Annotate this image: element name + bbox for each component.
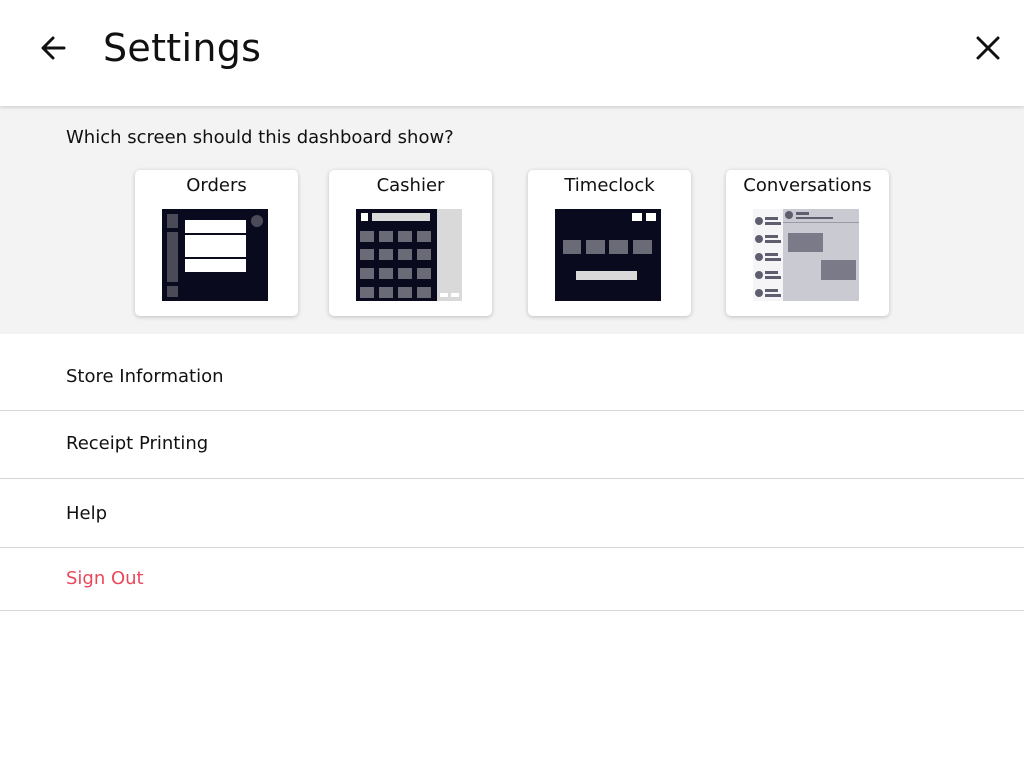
menu-item-sign-out[interactable]: Sign Out <box>0 548 1024 611</box>
card-label: Orders <box>186 175 247 196</box>
screen-card-timeclock[interactable]: Timeclock <box>528 170 691 316</box>
menu-item-label: Receipt Printing <box>66 433 209 454</box>
page-title: Settings <box>103 26 262 70</box>
card-label: Conversations <box>743 175 872 196</box>
orders-thumbnail <box>162 209 268 301</box>
dashboard-screen-picker: Which screen should this dashboard show?… <box>0 106 1024 334</box>
menu-item-label: Help <box>66 503 108 524</box>
settings-menu: Store Information Receipt Printing Help … <box>0 344 1024 611</box>
arrow-left-icon[interactable] <box>36 30 72 66</box>
card-label: Cashier <box>376 175 445 196</box>
menu-item-receipt-printing[interactable]: Receipt Printing <box>0 411 1024 479</box>
app-header: Settings <box>0 0 1024 106</box>
menu-item-label: Sign Out <box>66 568 144 589</box>
menu-item-store-information[interactable]: Store Information <box>0 344 1024 411</box>
card-label: Timeclock <box>564 175 655 196</box>
menu-item-label: Store Information <box>66 366 224 387</box>
cashier-thumbnail <box>356 209 462 301</box>
close-icon[interactable] <box>970 30 1006 66</box>
menu-item-help[interactable]: Help <box>0 479 1024 548</box>
timeclock-thumbnail <box>555 209 661 301</box>
screen-card-orders[interactable]: Orders <box>135 170 298 316</box>
picker-question: Which screen should this dashboard show? <box>66 127 454 148</box>
screen-card-cashier[interactable]: Cashier <box>329 170 492 316</box>
conversations-thumbnail <box>753 209 859 301</box>
screen-card-conversations[interactable]: Conversations <box>726 170 889 316</box>
